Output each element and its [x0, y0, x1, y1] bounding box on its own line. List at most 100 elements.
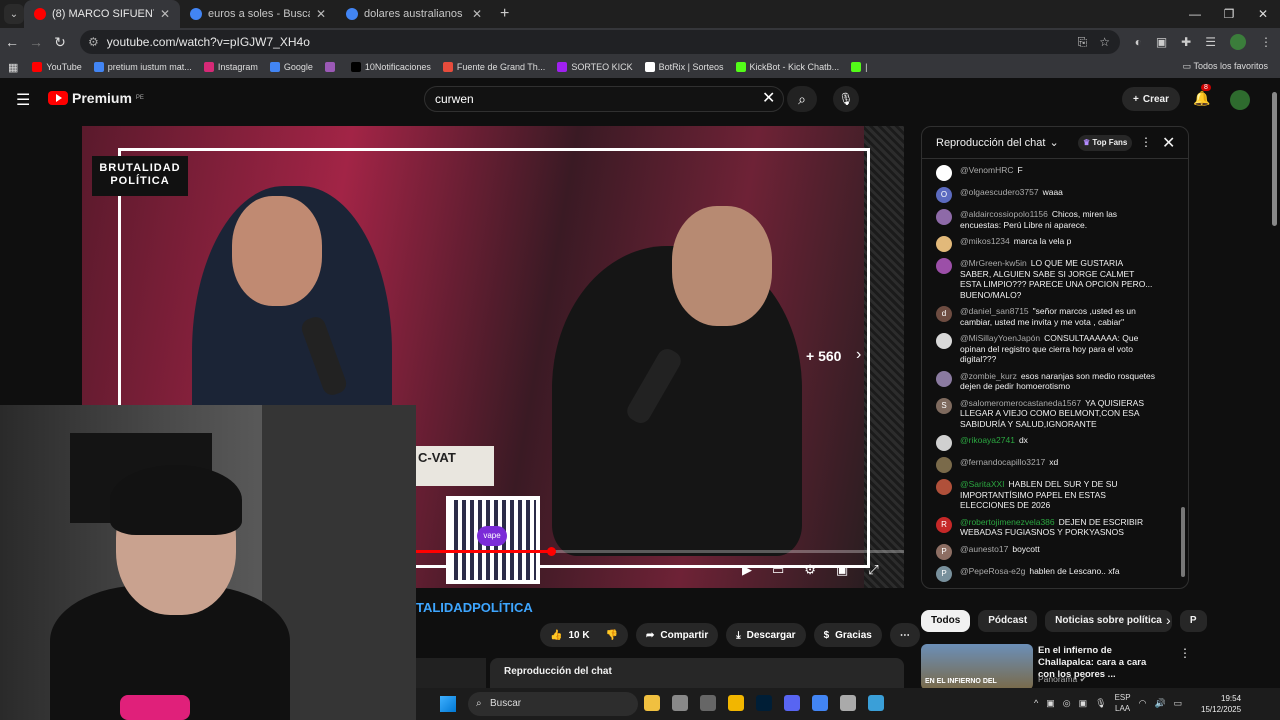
chat-avatar[interactable]: [936, 236, 952, 252]
like-button[interactable]: 👍 10 K 👎: [540, 623, 629, 647]
clock[interactable]: 19:54 15/12/2025: [1201, 693, 1241, 715]
restore-icon[interactable]: ❐: [1212, 0, 1246, 28]
taskbar-app-icon[interactable]: [812, 695, 828, 711]
taskbar-app-icon[interactable]: [756, 695, 772, 711]
chat-message[interactable]: @MiSillayYoenJapón CONSULTAAAAAA: Que opi…: [936, 333, 1188, 365]
apps-grid-icon[interactable]: ▦: [8, 61, 18, 74]
bookmark-item[interactable]: [324, 62, 339, 72]
chevron-right-icon[interactable]: ›: [856, 346, 861, 364]
notifications-icon[interactable]: 🔔 8: [1193, 84, 1211, 107]
chat-avatar[interactable]: [936, 333, 952, 349]
chat-username[interactable]: @aldaircossiopolo1156: [960, 209, 1048, 219]
bookmark-item[interactable]: YouTube: [32, 62, 82, 72]
chat-message[interactable]: @VenomHRC F: [936, 165, 1188, 181]
settings-icon[interactable]: ⚙: [804, 562, 816, 578]
chat-message[interactable]: @zombie_kurz esos naranjas son medio rosq…: [936, 370, 1188, 392]
chat-username[interactable]: @rikoaya2741: [960, 435, 1015, 445]
taskbar-app-icon[interactable]: [728, 695, 744, 711]
miniplayer-icon[interactable]: ▣: [836, 562, 848, 578]
thanks-button[interactable]: $ Gracias: [813, 623, 882, 647]
chat-username[interactable]: @mikos1234: [960, 236, 1010, 246]
taskbar-app-icon[interactable]: [644, 695, 660, 711]
taskbar-app-icon[interactable]: [700, 695, 716, 711]
browser-tab-euros[interactable]: euros a soles - Buscar con Goo ✕: [180, 0, 336, 28]
share-button[interactable]: ➦ Compartir: [636, 623, 719, 647]
close-tab-icon[interactable]: ✕: [160, 7, 170, 21]
filter-chip[interactable]: Noticias sobre política: [1045, 610, 1172, 632]
all-bookmarks[interactable]: ▭ Todos los favoritos: [1183, 61, 1268, 72]
forward-icon[interactable]: →: [24, 34, 48, 50]
chat-username[interactable]: @robertojimenezvela386: [960, 517, 1055, 527]
chat-avatar[interactable]: R: [936, 516, 952, 533]
browser-menu-icon[interactable]: ⋮: [1260, 28, 1272, 56]
progress-knob[interactable]: [546, 547, 556, 556]
chat-avatar[interactable]: [936, 435, 952, 451]
chat-username[interactable]: @olgaescudero3757: [960, 187, 1039, 197]
chat-username[interactable]: @MrGreen-kw5in: [960, 258, 1027, 268]
menu-icon[interactable]: ☰: [16, 90, 30, 110]
reading-list-icon[interactable]: ☰: [1205, 28, 1216, 56]
bookmark-item[interactable]: BotRix | Sorteos: [644, 62, 724, 72]
filter-chip[interactable]: Todos: [921, 610, 971, 632]
profile-avatar[interactable]: [1230, 34, 1246, 50]
wifi-icon[interactable]: ◠: [1139, 698, 1147, 709]
bookmark-item[interactable]: pretium iustum mat...: [93, 62, 192, 72]
chat-avatar[interactable]: P: [936, 565, 952, 582]
clear-search-icon[interactable]: ✕: [762, 88, 775, 108]
network-icon[interactable]: ◎: [1063, 698, 1071, 709]
chat-avatar[interactable]: [936, 165, 952, 181]
taskbar-app-icon[interactable]: [868, 695, 884, 711]
taskbar-search[interactable]: ⌕ Buscar: [468, 692, 638, 716]
thumbs-down-icon[interactable]: 👎: [606, 630, 618, 641]
chat-username[interactable]: @fernandocapillo3217: [960, 457, 1045, 467]
extension-icon[interactable]: ▣: [1156, 28, 1167, 56]
chat-avatar[interactable]: [936, 370, 952, 387]
chat-username[interactable]: @SaritaXXI: [960, 479, 1005, 489]
close-icon[interactable]: ✕: [1162, 133, 1175, 153]
bookmark-item[interactable]: |: [851, 62, 867, 72]
create-button[interactable]: + Crear: [1122, 87, 1180, 111]
chat-username[interactable]: @daniel_san8715: [960, 306, 1029, 316]
bookmark-item[interactable]: SORTEO KICK: [557, 62, 633, 72]
chat-message[interactable]: P @PepeRosa-e2g hablen de Lescano.. xfa: [936, 565, 1188, 582]
back-icon[interactable]: ←: [0, 34, 24, 50]
tray-app-icon[interactable]: ▣: [1079, 698, 1088, 709]
page-scrollbar[interactable]: [1272, 92, 1277, 226]
taskbar-app-icon[interactable]: [672, 695, 688, 711]
chat-message[interactable]: d @daniel_san8715 "señor marcos ,usted es …: [936, 306, 1188, 327]
bookmark-item[interactable]: Instagram: [203, 62, 258, 72]
taskbar-app-icon[interactable]: [840, 695, 856, 711]
bookmark-item[interactable]: KickBot - Kick Chatb...: [735, 62, 839, 72]
url-bar[interactable]: ⚙ youtube.com/watch?v=pIGJW7_XH4o ⎘ ☆: [80, 30, 1120, 54]
filter-chip[interactable]: P: [1179, 610, 1207, 632]
chat-avatar[interactable]: S: [936, 397, 952, 414]
battery-icon[interactable]: ▭: [1174, 698, 1183, 709]
chat-scrollbar[interactable]: [1181, 507, 1185, 577]
chevron-down-icon[interactable]: ⌄: [1049, 136, 1058, 149]
autoplay-icon[interactable]: ▶: [742, 562, 752, 578]
install-app-icon[interactable]: ⎘: [1078, 30, 1088, 54]
more-actions-button[interactable]: ⋯: [889, 623, 920, 647]
windows-start-icon[interactable]: [440, 696, 456, 712]
more-icon[interactable]: ⋮: [1140, 135, 1152, 149]
video-thumbnail[interactable]: EN EL INFIERNO DEL: [921, 644, 1033, 690]
browser-tab-dolares[interactable]: dolares australianos a soles - B ✕: [336, 0, 492, 28]
chat-username[interactable]: @salomeromerocastaneda1567: [960, 398, 1081, 408]
chat-avatar[interactable]: [936, 209, 952, 225]
chat-avatar[interactable]: [936, 258, 952, 274]
taskbar-app-icon[interactable]: [784, 695, 800, 711]
youtube-logo[interactable]: Premium PE: [48, 90, 144, 106]
new-tab-icon[interactable]: +: [500, 5, 509, 23]
chat-message[interactable]: @mikos1234 marca la vela p: [936, 236, 1188, 252]
chat-avatar[interactable]: P: [936, 543, 952, 560]
extension-icon[interactable]: ◐: [1135, 28, 1142, 56]
subtitles-icon[interactable]: ▭: [772, 562, 784, 578]
chevron-right-icon[interactable]: ›: [1166, 612, 1171, 628]
close-tab-icon[interactable]: ✕: [472, 7, 482, 21]
filter-chip[interactable]: Pódcast: [978, 610, 1038, 632]
chat-username[interactable]: @MiSillayYoenJapón: [960, 333, 1040, 343]
download-button[interactable]: ⤓ Descargar: [726, 623, 806, 647]
volume-icon[interactable]: 🔊: [1154, 698, 1165, 709]
chat-username[interactable]: @VenomHRC: [960, 165, 1014, 175]
chat-username[interactable]: @aunesto17: [960, 544, 1008, 554]
